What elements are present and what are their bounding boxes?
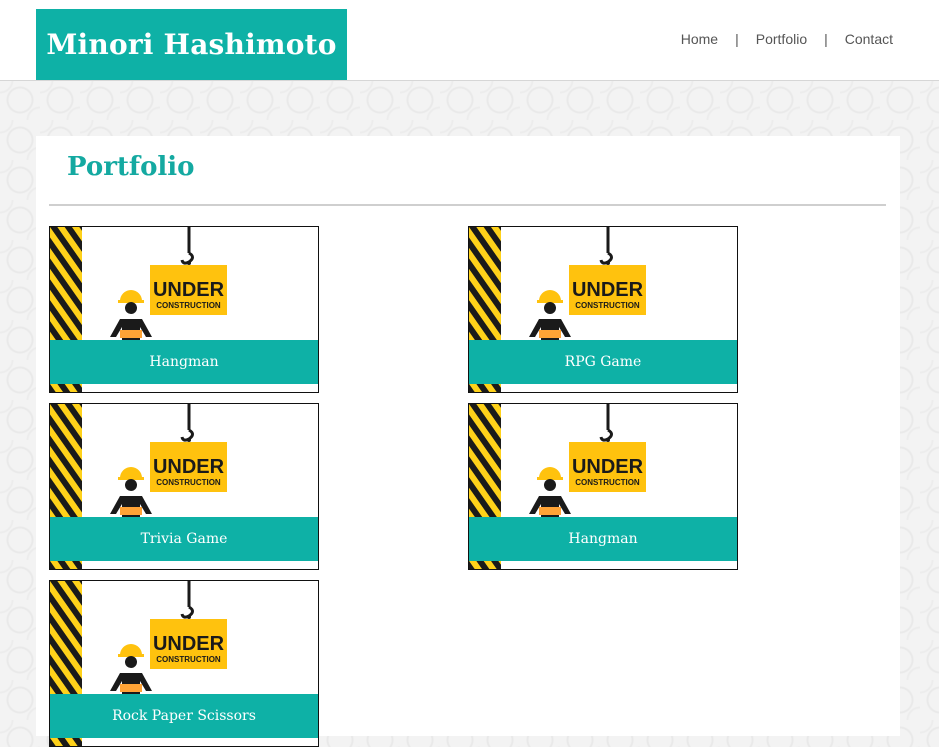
sign-line1: UNDER [572, 456, 644, 478]
project-card[interactable]: UNDER CONSTRUCTION Hangman [468, 403, 738, 570]
nav-contact-link[interactable]: Contact [845, 31, 893, 47]
project-card[interactable]: UNDER CONSTRUCTION Rock Paper Scissors [49, 580, 319, 747]
sign-line2: CONSTRUCTION [156, 655, 221, 664]
project-card-label: RPG Game [469, 340, 737, 384]
nav-separator: | [824, 31, 828, 47]
project-card[interactable]: UNDER CONSTRUCTION Hangman [49, 226, 319, 393]
nav-separator: | [735, 31, 739, 47]
sign-line2: CONSTRUCTION [156, 301, 221, 310]
project-card-label: Hangman [469, 517, 737, 561]
sign-line1: UNDER [153, 633, 225, 655]
sign-line2: CONSTRUCTION [575, 478, 640, 487]
sign-line1: UNDER [153, 456, 225, 478]
project-card-label: Trivia Game [50, 517, 318, 561]
nav-home-link[interactable]: Home [681, 31, 718, 47]
portfolio-panel: Portfolio UNDER CONSTRUCTION Hangman UND… [36, 136, 900, 747]
page-title: Portfolio [67, 152, 195, 182]
project-card[interactable]: UNDER CONSTRUCTION RPG Game [468, 226, 738, 393]
sign-line2: CONSTRUCTION [575, 301, 640, 310]
sign-line1: UNDER [153, 279, 225, 301]
sign-line1: UNDER [572, 279, 644, 301]
sign-line2: CONSTRUCTION [156, 478, 221, 487]
site-brand[interactable]: Minori Hashimoto [36, 9, 347, 80]
title-divider [49, 204, 886, 206]
main-nav: Home | Portfolio | Contact [681, 29, 893, 49]
project-card-label: Rock Paper Scissors [50, 694, 318, 738]
nav-portfolio-link[interactable]: Portfolio [756, 31, 807, 47]
project-card-label: Hangman [50, 340, 318, 384]
project-card[interactable]: UNDER CONSTRUCTION Trivia Game [49, 403, 319, 570]
site-header: Minori Hashimoto Home | Portfolio | Cont… [0, 0, 939, 81]
